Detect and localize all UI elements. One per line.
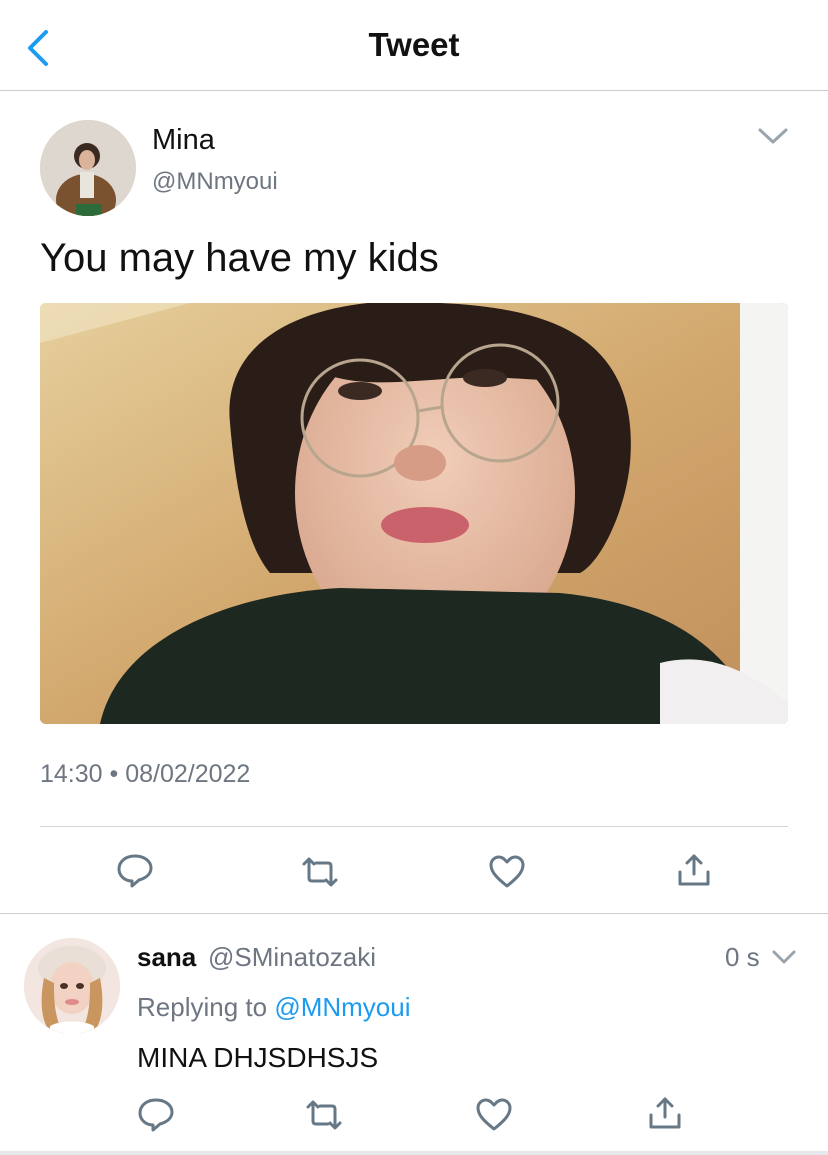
chevron-down-icon[interactable]: [770, 946, 798, 968]
reply-icon[interactable]: [115, 850, 155, 890]
replying-to-line: Replying to @MNmyoui: [137, 992, 411, 1023]
divider: [0, 1151, 828, 1155]
divider: [0, 913, 828, 914]
reply-author-name[interactable]: sana: [137, 942, 196, 973]
avatar[interactable]: [24, 938, 120, 1034]
tweet-photo[interactable]: [40, 303, 788, 724]
share-icon[interactable]: [674, 850, 714, 890]
reply-time: 0 s: [725, 942, 760, 972]
reply-icon[interactable]: [136, 1094, 176, 1134]
retweet-icon[interactable]: [304, 1095, 344, 1135]
tweet-text: You may have my kids: [40, 236, 439, 280]
reply-text: MINA DHJSDHSJS: [137, 1042, 379, 1073]
like-icon[interactable]: [487, 852, 527, 892]
share-icon[interactable]: [645, 1093, 685, 1133]
tweet-timestamp: 14:30 • 08/02/2022: [40, 760, 251, 788]
divider: [40, 826, 788, 827]
replying-to-link[interactable]: @MNmyoui: [274, 992, 410, 1022]
reply-author-handle[interactable]: @SMinatozaki: [208, 942, 376, 973]
avatar[interactable]: [40, 120, 136, 216]
retweet-icon[interactable]: [300, 852, 340, 892]
author-name[interactable]: Mina: [152, 124, 215, 157]
chevron-down-icon[interactable]: [756, 124, 790, 148]
author-handle[interactable]: @MNmyoui: [152, 168, 278, 196]
like-icon[interactable]: [474, 1095, 514, 1135]
page-title: Tweet: [368, 26, 460, 63]
replying-to-label: Replying to: [137, 992, 268, 1022]
